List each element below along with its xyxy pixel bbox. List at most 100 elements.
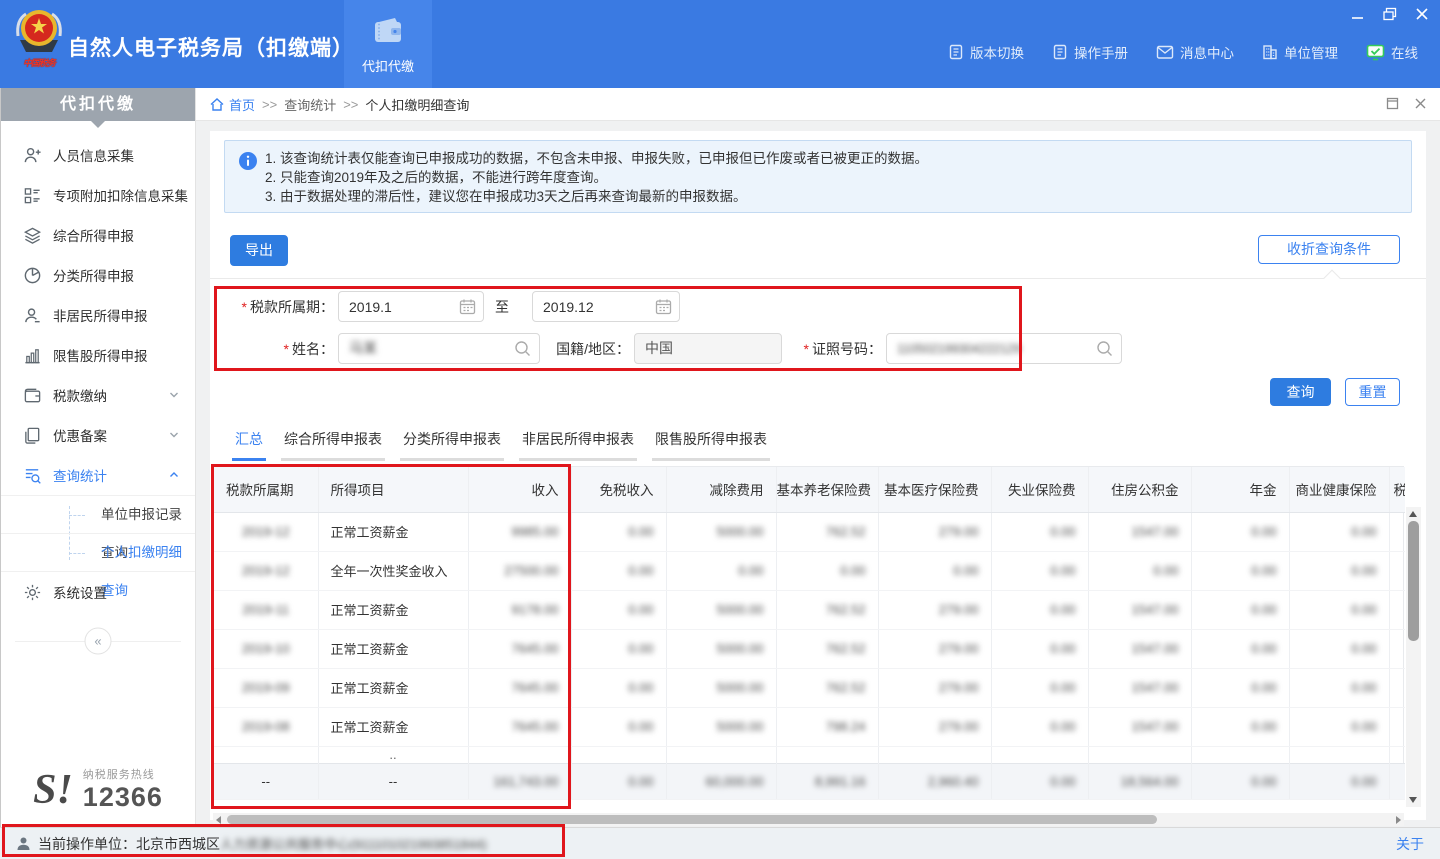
bar-chart-icon [23,346,42,365]
manual-button[interactable]: 操作手册 [1052,42,1128,62]
column-header: 税 [1389,467,1405,512]
sidebar-item-classified-income[interactable]: 分类所得申报 [1,255,195,295]
breadcrumb-section: 查询统计 [284,95,336,114]
sidebar-menu: 人员信息采集 专项附加扣除信息采集 综合所得申报 [1,135,195,664]
tab-summary[interactable]: 汇总 [232,429,266,461]
unit-management-button[interactable]: 单位管理 [1262,42,1338,62]
nationality-value: 中国 [645,340,673,356]
table-row[interactable]: 2019-11正常工资薪金9178.000.005000.00762.52279… [214,590,1405,629]
wallet-icon [371,16,405,46]
sidebar-item-query-statistics[interactable]: 查询统计 [1,455,195,495]
nationality-field: 中国 [634,333,782,364]
breadcrumb-home-label: 首页 [229,95,255,114]
hotline-number: 12366 [83,782,163,813]
tab-withholding[interactable]: 代扣代缴 [344,0,432,88]
table-row[interactable]: 2019-12全年一次性奖金收入27500.000.000.000.000.00… [214,551,1405,590]
sidebar-subitem-unit-declaration-query[interactable]: 单位申报记录查询 [1,496,195,534]
message-center-button[interactable]: 消息中心 [1156,42,1234,62]
sidebar-item-nonresident-income[interactable]: 非居民所得申报 [1,295,195,335]
national-emblem-icon [12,6,66,58]
reset-button[interactable]: 重置 [1345,378,1400,406]
scroll-right-arrow[interactable] [1396,816,1401,824]
breadcrumb-home[interactable]: 首页 [210,95,255,114]
restore-button[interactable] [1382,6,1398,22]
scroll-down-arrow[interactable] [1409,797,1417,803]
sidebar-item-label: 分类所得申报 [53,265,134,285]
tab-classified-income-return[interactable]: 分类所得申报表 [400,429,504,461]
sidebar-item-tax-payment[interactable]: 税款缴纳 [1,375,195,415]
name-value: 马某 [349,340,377,356]
id-input[interactable]: 110502199304222129 [886,333,1122,364]
vertical-scrollbar[interactable] [1406,507,1421,807]
column-header: 税款所属期 [214,467,318,512]
sidebar-item-preferential-filing[interactable]: 优惠备案 [1,415,195,455]
column-header: 住房公积金 [1088,467,1191,512]
sidebar-collapse-button[interactable]: « [85,628,112,655]
version-switch-button[interactable]: 版本切换 [948,42,1024,62]
chevron-down-icon [169,430,179,440]
minimize-button[interactable] [1350,6,1366,22]
sidebar-item-personnel-info[interactable]: 人员信息采集 [1,135,195,175]
sidebar-item-label: 税款缴纳 [53,385,107,405]
column-header: 收入 [468,467,571,512]
gear-icon [23,583,42,602]
online-status[interactable]: 在线 [1366,42,1418,62]
export-button[interactable]: 导出 [230,235,288,266]
person-icon [23,306,42,325]
table-row[interactable]: 2019-08正常工资薪金7645.000.005000.00798.24279… [214,707,1405,746]
sidebar-item-special-deduction[interactable]: 专项附加扣除信息采集 [1,175,195,215]
tab-nonresident-income-return[interactable]: 非居民所得申报表 [519,429,637,461]
column-header: 失业保险费 [991,467,1088,512]
tab-restricted-shares-return[interactable]: 限售股所得申报表 [652,429,770,461]
sidebar-item-comprehensive-income[interactable]: 综合所得申报 [1,215,195,255]
scroll-up-arrow[interactable] [1409,511,1417,517]
scroll-left-arrow[interactable] [216,816,221,824]
table-row[interactable]: 2019-12正常工资薪金9985.000.005000.00762.52279… [214,512,1405,551]
app-title: 自然人电子税务局（扣缴端） [68,32,354,62]
sidebar-item-label: 人员信息采集 [53,145,134,165]
close-button[interactable] [1414,6,1430,22]
column-header: 免税收入 [571,467,666,512]
sidebar: 代扣代缴 人员信息采集 专项附加扣除信息采集 [0,88,196,827]
table-row[interactable]: 2019-10正常工资薪金7645.000.005000.00762.52279… [214,629,1405,668]
calendar-icon [655,298,672,315]
sidebar-item-label: 专项附加扣除信息采集 [53,185,188,205]
message-center-label: 消息中心 [1180,42,1234,62]
current-unit-label: 当前操作单位： [38,834,136,854]
mail-icon [1156,45,1174,60]
sidebar-item-system-settings[interactable]: 系统设置 [1,572,195,612]
search-icon [514,340,531,357]
about-link[interactable]: 关于 [1396,834,1424,854]
table-header: 税款所属期所得项目收入免税收入减除费用基本养老保险费基本医疗保险费失业保险费住房… [214,467,1405,512]
panel-close-button[interactable] [1414,97,1428,111]
home-icon [210,98,224,111]
column-header: 年金 [1191,467,1289,512]
vertical-scrollbar-thumb[interactable] [1408,521,1419,641]
sidebar-subitem-personal-withholding-query[interactable]: 个人扣缴明细查询 [1,534,195,572]
sidebar-item-label: 查询统计 [53,465,107,485]
building-icon [1262,44,1278,60]
manual-label: 操作手册 [1074,42,1128,62]
breadcrumb: 首页 >> 查询统计 >> 个人扣缴明细查询 [196,88,1440,121]
name-input[interactable]: 马某 [338,333,540,364]
status-bar: 当前操作单位：北京市西城区人力资源公共服务中心(9111010219938518… [0,827,1440,859]
result-tabs: 汇总 综合所得申报表 分类所得申报表 非居民所得申报表 限售股所得申报表 [232,429,770,461]
query-button[interactable]: 查询 [1270,378,1331,406]
hotline-banner: S! 纳税服务热线 12366 [1,766,195,813]
panel-float-button[interactable] [1386,97,1400,111]
online-status-icon [1366,44,1385,61]
title-bar: 中国税务 自然人电子税务局（扣缴端） 代扣代缴 版本切换 [0,0,1440,88]
tab-comprehensive-income-return[interactable]: 综合所得申报表 [281,429,385,461]
column-header: 减除费用 [666,467,776,512]
sidebar-item-label: 综合所得申报 [53,225,134,245]
horizontal-scrollbar[interactable] [213,813,1404,826]
horizontal-scrollbar-thumb[interactable] [227,815,1157,824]
collapse-query-button[interactable]: 收折查询条件 [1258,235,1400,264]
documents-icon [23,426,42,445]
chevron-up-icon [169,470,179,480]
window-controls [1350,6,1430,22]
document-icon [948,44,964,60]
sidebar-item-restricted-shares[interactable]: 限售股所得申报 [1,335,195,375]
table-row[interactable]: 2019-09正常工资薪金7645.000.005000.00762.52279… [214,668,1405,707]
online-status-label: 在线 [1391,42,1418,62]
